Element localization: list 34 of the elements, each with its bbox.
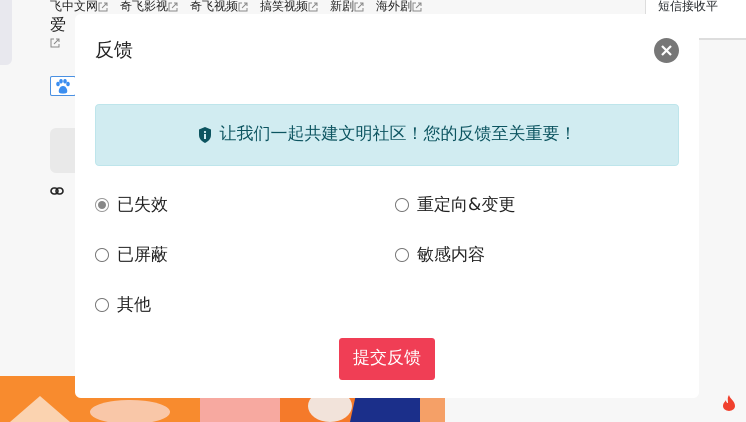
link[interactable]: 新剧 bbox=[330, 0, 364, 14]
radio-button[interactable] bbox=[95, 248, 109, 262]
option-label: 重定向&变更 bbox=[417, 194, 516, 217]
link[interactable]: 飞中文网 bbox=[50, 0, 108, 14]
radio-button[interactable] bbox=[95, 198, 109, 212]
link-icon bbox=[50, 187, 64, 195]
option-label: 其他 bbox=[117, 294, 151, 317]
external-link-icon bbox=[238, 2, 248, 12]
link[interactable]: 奇飞视频 bbox=[190, 0, 248, 14]
link[interactable]: 搞笑视频 bbox=[260, 0, 318, 14]
external-link-icon bbox=[98, 2, 108, 12]
close-button[interactable] bbox=[654, 38, 679, 62]
option-label: 敏感内容 bbox=[417, 244, 485, 267]
radio-button[interactable] bbox=[395, 248, 409, 262]
link[interactable]: 奇飞影视 bbox=[120, 0, 178, 14]
shield-icon bbox=[198, 127, 212, 143]
external-link-icon bbox=[412, 2, 422, 12]
option-label: 已屏蔽 bbox=[117, 244, 168, 267]
external-link-icon bbox=[354, 2, 364, 12]
fire-icon bbox=[722, 395, 736, 411]
option-label: 已失效 bbox=[117, 194, 168, 217]
paw-icon bbox=[55, 78, 71, 94]
link[interactable]: 海外剧 bbox=[376, 0, 422, 14]
external-link-icon bbox=[168, 2, 178, 12]
external-link-icon bbox=[308, 2, 318, 12]
dialog-title: 反馈 bbox=[95, 38, 133, 63]
paw-badge[interactable] bbox=[50, 76, 76, 96]
side-link[interactable]: 短信接收平 bbox=[658, 0, 718, 13]
notice-text: 让我们一起共建文明社区！您的反馈至关重要！ bbox=[220, 123, 576, 146]
submit-button[interactable]: 提交反馈 bbox=[339, 338, 435, 380]
radio-button[interactable] bbox=[395, 198, 409, 212]
close-icon bbox=[661, 44, 672, 56]
radio-button[interactable] bbox=[95, 298, 109, 312]
external-link-icon bbox=[50, 38, 60, 48]
